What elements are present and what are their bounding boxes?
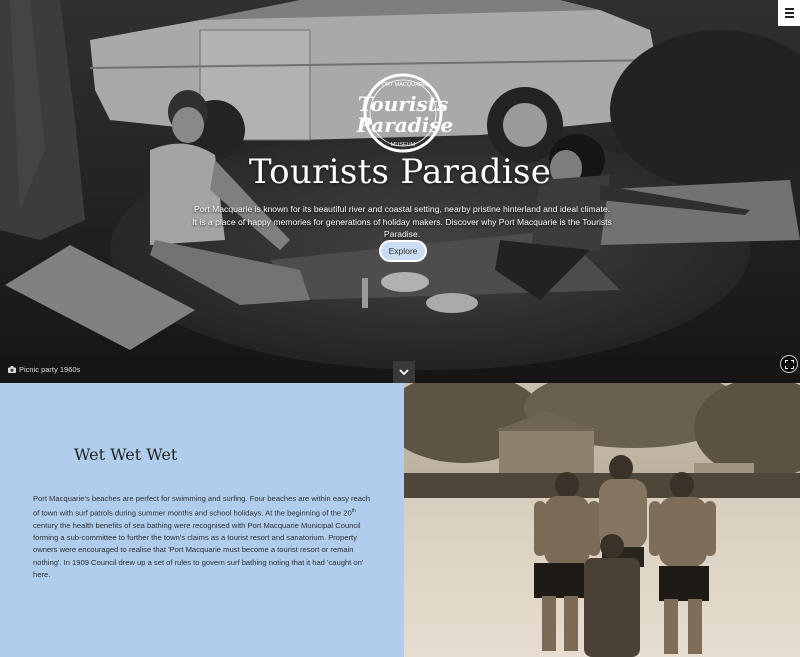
section-body-text-2: century the health benefits of sea bathi…: [33, 520, 364, 579]
section-body: Port Macquarie's beaches are perfect for…: [33, 493, 375, 581]
logo-arc-top-text: PORT MACQUARIE: [378, 82, 428, 88]
scroll-down-button[interactable]: [393, 361, 415, 383]
explore-button[interactable]: Explore: [379, 240, 427, 262]
tourists-paradise-logo: PORT MACQUARIE Tourists Paradise MUSEUM: [356, 73, 454, 153]
fullscreen-button[interactable]: [780, 355, 798, 373]
beach-photo-illustration: [404, 383, 800, 657]
hero-banner: PORT MACQUARIE Tourists Paradise MUSEUM …: [0, 0, 800, 383]
beach-photo: [404, 383, 800, 657]
photo-caption: Picnic party 1960s: [8, 365, 80, 374]
section-heading: Wet Wet Wet: [74, 445, 178, 464]
hero-description: Port Macquarie is known for its beautifu…: [192, 204, 612, 239]
hero-title: Tourists Paradise: [248, 152, 552, 192]
expand-icon: [784, 359, 794, 369]
hamburger-icon: [784, 7, 794, 19]
camera-icon: [8, 366, 16, 373]
section-body-text-1: Port Macquarie's beaches are perfect for…: [33, 494, 371, 518]
logo-arc-bottom-text: MUSEUM: [391, 142, 416, 148]
menu-button[interactable]: [778, 0, 800, 26]
chevron-down-icon: [399, 368, 409, 375]
photo-caption-text: Picnic party 1960s: [19, 365, 81, 374]
section-body-superscript: th: [351, 508, 356, 515]
logo-line-2: Paradise: [356, 113, 454, 137]
story-panel: Wet Wet Wet Port Macquarie's beaches are…: [0, 383, 404, 657]
